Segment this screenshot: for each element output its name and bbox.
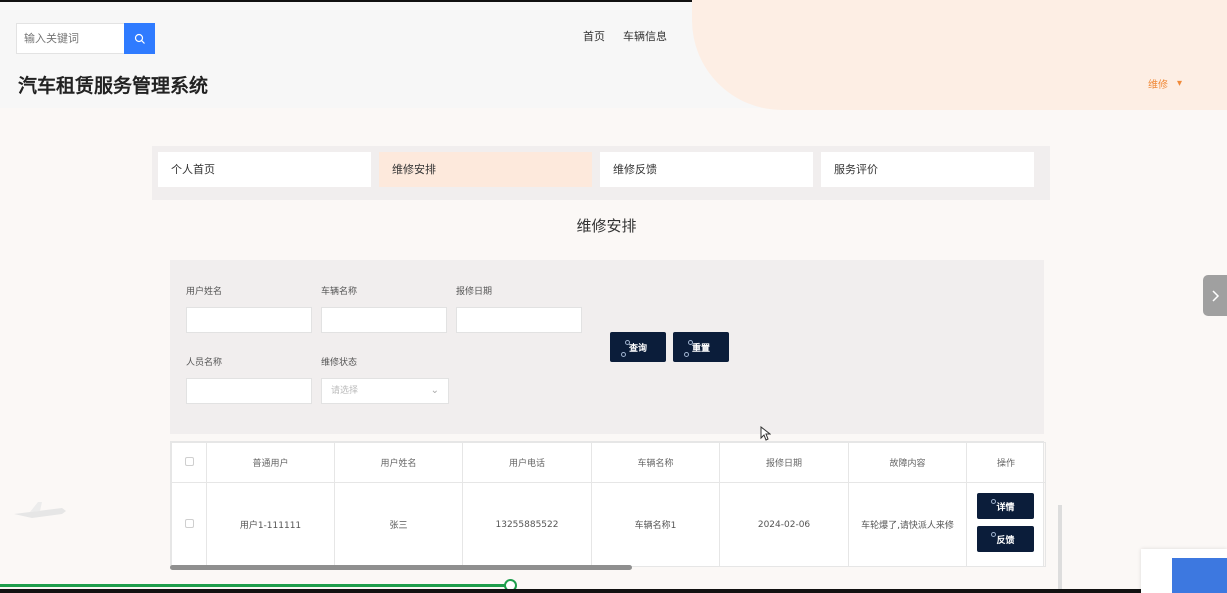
data-table: 普通用户 用户姓名 用户电话 车辆名称 报修日期 故障内容 操作 用户1-111… <box>170 441 1046 567</box>
tab-personal-home[interactable]: 个人首页 <box>158 152 371 187</box>
cell-date: 2024-02-06 <box>719 482 849 567</box>
video-progress-bar[interactable] <box>0 584 510 587</box>
search-button[interactable] <box>124 23 155 54</box>
mouse-cursor-icon <box>760 426 771 441</box>
cell-vehicle: 车辆名称1 <box>591 482 720 567</box>
column-header: 故障内容 <box>848 442 967 483</box>
cell-actions: 详情 反馈 <box>966 482 1046 567</box>
feedback-button-label: 反馈 <box>996 535 1015 546</box>
repair-status-label: 维修状态 <box>321 358 358 368</box>
vehicle-name-label: 车辆名称 <box>321 287 358 297</box>
query-button[interactable]: 查询 <box>610 332 666 362</box>
repair-status-placeholder: 请选择 <box>331 386 359 396</box>
query-button-label: 查询 <box>628 343 647 354</box>
chevron-down-icon: ⌄ <box>430 385 439 396</box>
cell-fault: 车轮爆了,请快派人来修 <box>848 482 967 567</box>
user-menu[interactable]: 维修 ▾ <box>1148 76 1182 91</box>
filter-panel: 用户姓名 车辆名称 报修日期 人员名称 维修状态 请选择 ⌄ 查询 重置 <box>170 260 1044 434</box>
cell-phone: 13255885522 <box>462 482 592 567</box>
nav-home[interactable]: 首页 <box>583 28 605 44</box>
select-all-checkbox[interactable] <box>184 456 194 466</box>
vehicle-name-input[interactable] <box>321 307 447 333</box>
tab-service-review[interactable]: 服务评价 <box>821 152 1034 187</box>
staff-name-label: 人员名称 <box>186 358 223 368</box>
tab-repair-feedback[interactable]: 维修反馈 <box>600 152 813 187</box>
column-header: 车辆名称 <box>591 442 720 483</box>
column-header: 用户电话 <box>462 442 592 483</box>
horizontal-scrollbar[interactable] <box>170 565 632 570</box>
tower-decoration <box>1058 505 1062 590</box>
feedback-button[interactable]: 反馈 <box>977 526 1034 552</box>
chevron-down-icon: ▾ <box>1177 78 1183 89</box>
corner-ad-thumbnail[interactable] <box>1172 558 1227 593</box>
header-decoration <box>692 0 1227 110</box>
select-all-cell <box>171 442 207 483</box>
page-title: 维修安排 <box>576 217 637 235</box>
cell-name: 张三 <box>334 482 463 567</box>
airplane-decoration <box>14 502 66 518</box>
chevron-right-icon <box>1211 289 1219 302</box>
reset-button[interactable]: 重置 <box>673 332 729 362</box>
detail-button-label: 详情 <box>996 502 1015 513</box>
table-header-row: 普通用户 用户姓名 用户电话 车辆名称 报修日期 故障内容 操作 <box>171 442 1046 483</box>
table-row: 用户1-111111 张三 13255885522 车辆名称1 2024-02-… <box>171 482 1046 567</box>
top-navigation: 首页 车辆信息 <box>583 28 667 44</box>
staff-name-input[interactable] <box>186 378 312 404</box>
user-menu-label: 维修 <box>1148 80 1168 91</box>
reset-button-label: 重置 <box>691 343 710 354</box>
search-bar <box>16 23 155 54</box>
user-name-label: 用户姓名 <box>186 287 223 297</box>
column-header: 普通用户 <box>206 442 335 483</box>
tab-repair-arrangement[interactable]: 维修安排 <box>379 152 592 187</box>
report-date-label: 报修日期 <box>456 287 493 297</box>
search-icon <box>134 33 145 44</box>
side-expand-button[interactable] <box>1203 275 1227 316</box>
detail-button[interactable]: 详情 <box>977 493 1034 519</box>
site-title: 汽车租赁服务管理系统 <box>18 75 209 97</box>
nav-vehicle-info[interactable]: 车辆信息 <box>623 28 667 44</box>
user-name-input[interactable] <box>186 307 312 333</box>
bottom-border <box>0 589 1227 593</box>
row-checkbox[interactable] <box>184 518 194 528</box>
row-select-cell <box>171 482 207 567</box>
column-header: 报修日期 <box>719 442 849 483</box>
repair-status-select[interactable]: 请选择 ⌄ <box>321 378 449 404</box>
column-header: 操作 <box>966 442 1046 483</box>
column-header: 用户姓名 <box>334 442 463 483</box>
cell-user: 用户1-111111 <box>206 482 335 567</box>
search-input[interactable] <box>16 23 124 54</box>
report-date-input[interactable] <box>456 307 582 333</box>
